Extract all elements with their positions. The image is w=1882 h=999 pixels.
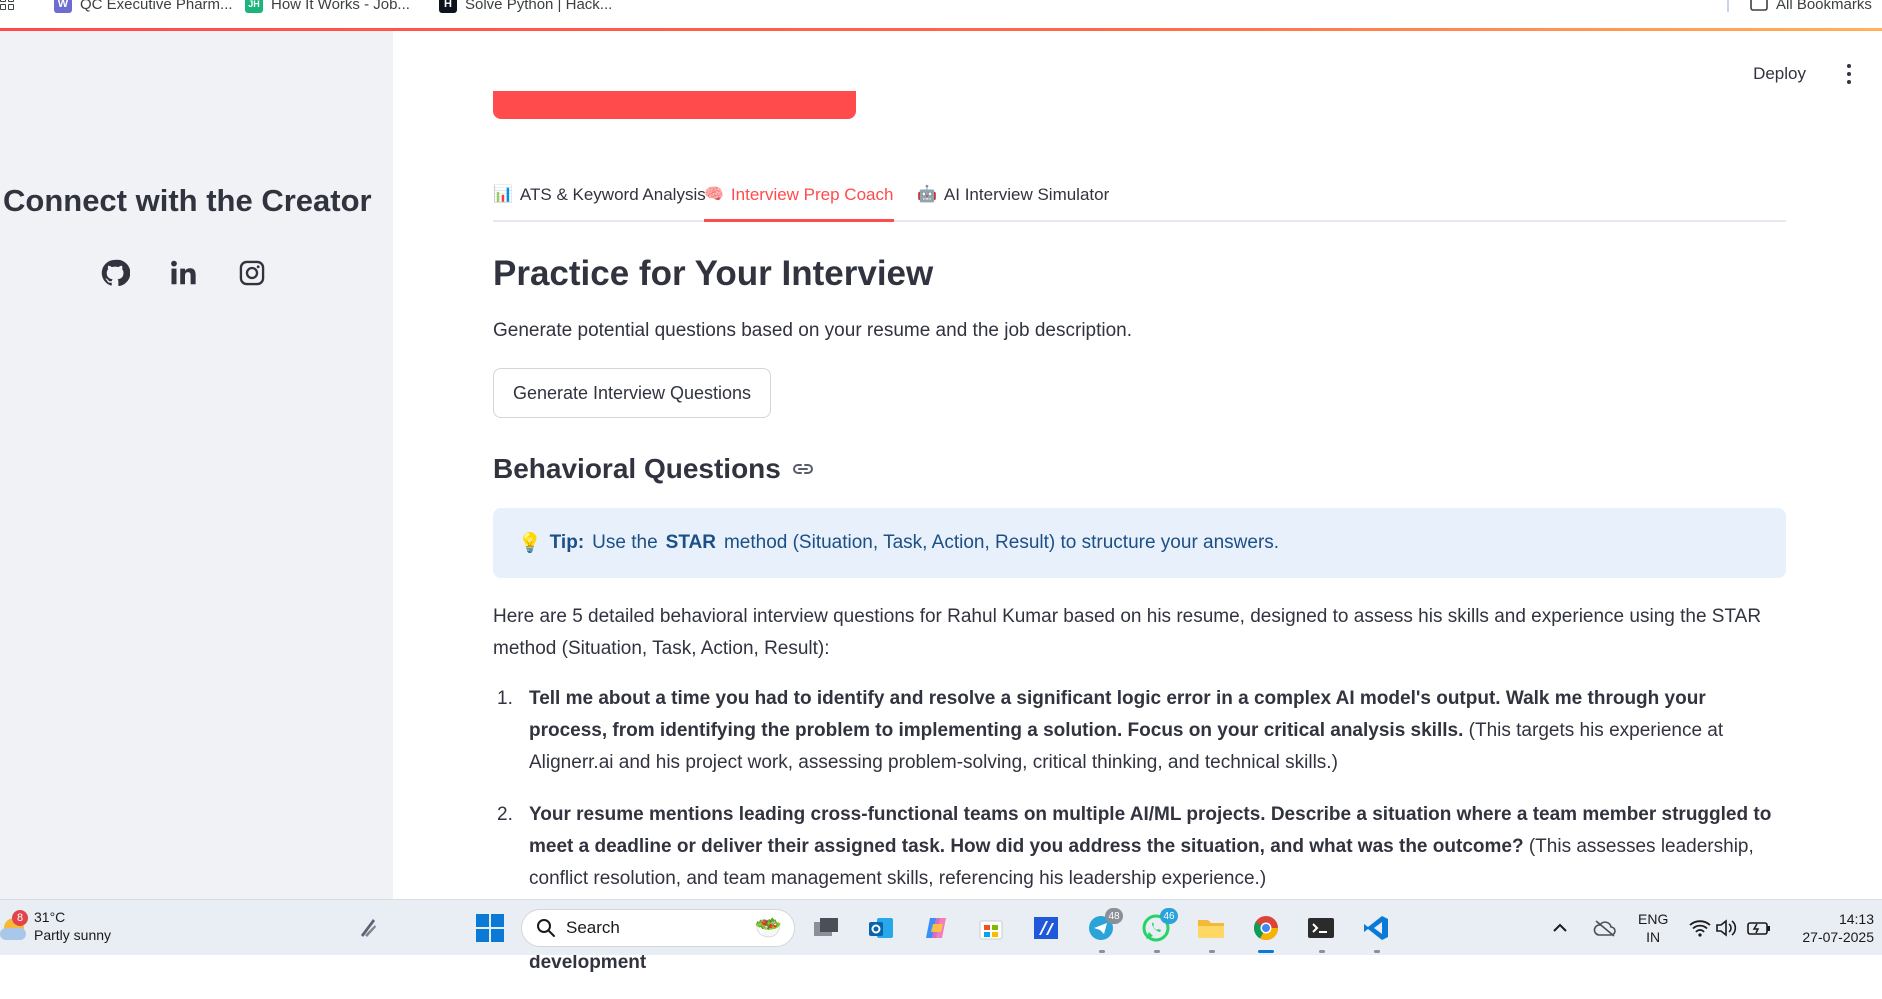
file-explorer-icon[interactable] — [1193, 910, 1229, 946]
tip-label: Tip: — [549, 532, 585, 553]
chrome-icon[interactable] — [1248, 910, 1284, 946]
tab-ats-keyword-analysis[interactable]: 📊 ATS & Keyword Analysis — [493, 149, 706, 222]
wifi-icon[interactable] — [1688, 910, 1712, 946]
bookmark-label: How It Works - Job... — [271, 0, 410, 13]
bookmark-label: QC Executive Pharm... — [80, 0, 233, 13]
page-title: Practice for Your Interview — [493, 254, 934, 293]
tab-label: AI Interview Simulator — [943, 185, 1110, 204]
sidebar: Connect with the Creator — [0, 31, 393, 899]
language-indicator[interactable]: ENG IN — [1638, 910, 1668, 946]
whatsapp-badge: 46 — [1160, 908, 1178, 924]
folder-icon — [1750, 0, 1768, 11]
system-clock[interactable]: 14:13 27-07-2025 — [1802, 910, 1874, 946]
vscode-icon[interactable] — [1358, 910, 1394, 946]
weather-icon: 8 — [0, 910, 28, 940]
cloud-offline-icon[interactable] — [1590, 910, 1620, 946]
running-indicator — [1209, 950, 1215, 953]
lang-top: ENG — [1638, 911, 1669, 927]
running-indicator — [1099, 950, 1105, 953]
tip-text-before: Use the — [592, 532, 658, 553]
telegram-badge: 48 — [1105, 908, 1123, 924]
search-icon — [537, 919, 555, 937]
lightbulb-icon: 💡 — [518, 533, 542, 554]
github-icon[interactable] — [98, 256, 132, 290]
brain-icon: 🧠 — [704, 186, 724, 203]
all-bookmarks-label: All Bookmarks — [1776, 0, 1872, 13]
taskbar-search[interactable]: Search 🥗 — [521, 909, 795, 947]
bookmark-favicon-icon: W — [54, 0, 72, 13]
tip-callout: 💡 Tip: Use the STAR method (Situation, T… — [493, 508, 1786, 578]
section-heading: Behavioral Questions — [493, 453, 815, 485]
search-placeholder: Search — [566, 918, 620, 937]
lang-bottom: IN — [1646, 929, 1661, 945]
apps-grid-icon[interactable] — [0, 0, 14, 10]
primary-button[interactable] — [493, 91, 856, 119]
question-number: 2. — [497, 804, 513, 825]
copilot-icon[interactable] — [918, 910, 954, 946]
anchor-link-icon[interactable] — [791, 457, 815, 481]
linkedin-icon[interactable] — [167, 256, 201, 290]
taskbar: 8 31°C Partly sunny Search 🥗 48 46 ENG I… — [0, 899, 1882, 955]
list-item: 1. Tell me about a time you had to ident… — [493, 683, 1786, 779]
instagram-icon[interactable] — [235, 256, 269, 290]
bookmark-favicon-icon: H — [439, 0, 457, 13]
bookmark-favicon-icon: JH — [245, 0, 263, 13]
weather-desc: Partly sunny — [34, 927, 112, 943]
windows-start-icon[interactable] — [472, 910, 508, 946]
tab-interview-prep-coach[interactable]: 🧠 Interview Prep Coach — [704, 149, 895, 222]
bookmarks-bar: W QC Executive Pharm... JH How It Works … — [0, 0, 1882, 29]
whatsapp-icon[interactable]: 46 — [1138, 908, 1178, 946]
all-bookmarks[interactable]: All Bookmarks — [1750, 0, 1872, 14]
robot-icon: 🤖 — [917, 186, 937, 203]
bookmark-label: Solve Python | Hack... — [465, 0, 613, 13]
search-highlight-icon: 🥗 — [754, 915, 782, 940]
section-title: Behavioral Questions — [493, 453, 781, 484]
battery-icon[interactable] — [1746, 910, 1772, 946]
tab-ai-interview-simulator[interactable]: 🤖 AI Interview Simulator — [917, 149, 1109, 222]
tip-star: STAR — [665, 532, 716, 553]
tip-text-after: method (Situation, Task, Action, Result)… — [723, 532, 1280, 553]
weather-widget[interactable]: 8 31°C Partly sunny — [0, 908, 111, 944]
clock-time: 14:13 — [1838, 911, 1874, 927]
intro-paragraph: Here are 5 detailed behavioral interview… — [493, 606, 1762, 659]
active-indicator — [1258, 950, 1274, 953]
clock-date: 27-07-2025 — [1802, 929, 1874, 945]
microsoft-store-icon[interactable] — [973, 910, 1009, 946]
main-content: Deploy 📊 ATS & Keyword Analysis 🧠 Interv… — [393, 31, 1882, 973]
terminal-icon[interactable] — [1303, 910, 1339, 946]
weather-temp: 31°C — [34, 909, 66, 925]
weather-badge: 8 — [12, 910, 28, 926]
list-item: 2. Your resume mentions leading cross-fu… — [493, 799, 1786, 895]
editor-app-icon[interactable] — [1028, 910, 1064, 946]
bookmark-item[interactable]: H Solve Python | Hack... — [439, 0, 612, 14]
question-number: 1. — [497, 688, 513, 709]
outlook-icon[interactable] — [863, 910, 899, 946]
running-indicator — [1374, 950, 1380, 953]
bookmark-item[interactable]: JH How It Works - Job... — [245, 0, 410, 14]
tab-label: Interview Prep Coach — [730, 185, 894, 204]
deploy-button[interactable]: Deploy — [1753, 64, 1806, 84]
bookmark-item[interactable]: W QC Executive Pharm... — [54, 0, 233, 14]
bookmark-separator — [1727, 0, 1729, 12]
page-subtitle: Generate potential questions based on yo… — [493, 320, 1133, 341]
tab-bar: 📊 ATS & Keyword Analysis 🧠 Interview Pre… — [493, 149, 1786, 222]
sidebar-title: Connect with the Creator — [3, 183, 372, 218]
more-menu-icon[interactable] — [1846, 64, 1852, 84]
task-view-icon[interactable] — [808, 910, 844, 946]
running-indicator — [1319, 950, 1325, 953]
chevron-up-icon[interactable] — [1548, 910, 1572, 946]
telegram-icon[interactable]: 48 — [1083, 908, 1123, 946]
bar-chart-icon: 📊 — [493, 186, 513, 203]
tab-label: ATS & Keyword Analysis — [519, 185, 706, 204]
generate-questions-button[interactable]: Generate Interview Questions — [493, 368, 771, 418]
volume-icon[interactable] — [1714, 910, 1738, 946]
streamlit-app-icon[interactable] — [350, 910, 386, 946]
running-indicator — [1154, 950, 1160, 953]
